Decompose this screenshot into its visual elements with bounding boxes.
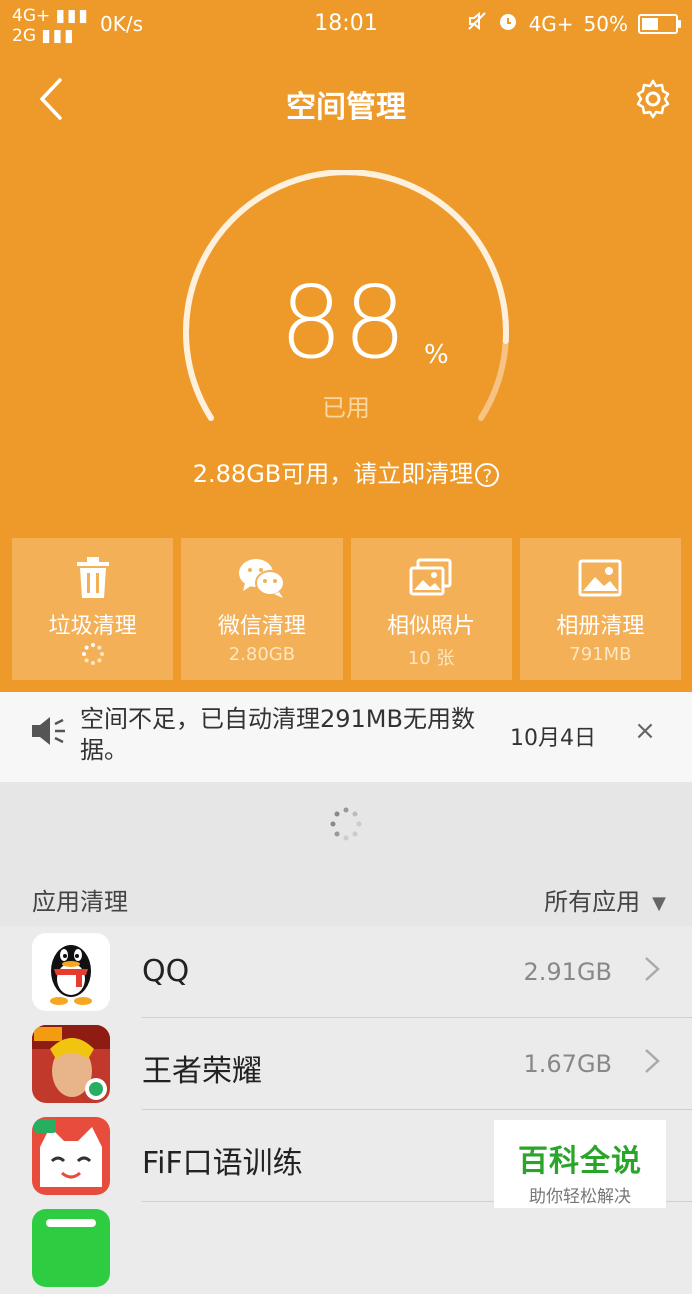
dropdown-arrow-icon: ▼ bbox=[652, 892, 666, 914]
qq-app-icon bbox=[32, 933, 110, 1011]
storage-header-panel: 4G+ ▮▮▮ 2G ▮▮▮ 0K/s 18:01 4G+ 50% 空间管理 8… bbox=[0, 0, 692, 692]
chevron-right-icon bbox=[642, 1046, 662, 1083]
app-name: 王者荣耀 bbox=[142, 1054, 262, 1089]
battery-fill bbox=[642, 17, 658, 30]
app-row-wangzhe[interactable]: 王者荣耀 1.67GB bbox=[0, 1018, 692, 1110]
network-type-right: 4G+ bbox=[528, 11, 574, 36]
tile-junk-cleanup[interactable]: 垃圾清理 bbox=[12, 538, 174, 680]
tile-label: 相册清理 bbox=[556, 614, 645, 639]
wechat-icon bbox=[181, 556, 342, 600]
percent-sign: % bbox=[424, 340, 449, 370]
gear-icon bbox=[636, 79, 670, 119]
tile-similar-photos[interactable]: 相似照片 10 张 bbox=[350, 538, 512, 680]
app-name: FiF口语训练 bbox=[142, 1146, 303, 1181]
settings-button[interactable] bbox=[632, 78, 674, 120]
battery-icon bbox=[638, 13, 681, 34]
section-title: 应用清理 bbox=[32, 888, 128, 916]
usage-value-wrap: 88 bbox=[268, 268, 428, 378]
used-label: 已用 bbox=[322, 394, 370, 422]
watermark-title: 百科全说 bbox=[518, 1144, 642, 1179]
app-size: 1.67GB bbox=[523, 1050, 613, 1078]
speaker-icon bbox=[30, 714, 68, 748]
page-title: 空间管理 bbox=[286, 90, 406, 125]
battery-percent: 50% bbox=[583, 11, 628, 36]
help-icon[interactable]: ? bbox=[475, 463, 500, 487]
filter-label: 所有应用 bbox=[544, 888, 641, 916]
cleanup-notice: 空间不足，已自动清理291MB无用数据。 10月4日 × bbox=[0, 692, 692, 782]
loading-spinner-icon bbox=[12, 642, 173, 665]
tile-wechat-cleanup[interactable]: 微信清理 2.80GB bbox=[181, 538, 343, 680]
watermark-subtitle: 助你轻松解决 bbox=[529, 1187, 631, 1207]
app-list: QQ 2.91GB 王者荣耀 1.67GB FiF口语训练 bbox=[0, 926, 692, 1294]
app-cleanup-header: 应用清理 所有应用 ▼ bbox=[0, 866, 692, 926]
app-filter-dropdown[interactable]: 所有应用 ▼ bbox=[544, 882, 666, 917]
app-row-qq[interactable]: QQ 2.91GB bbox=[0, 926, 692, 1018]
close-icon[interactable]: × bbox=[630, 716, 660, 746]
app-size: 2.91GB bbox=[523, 958, 613, 986]
notice-message: 空间不足，已自动清理291MB无用数据。 bbox=[80, 705, 475, 764]
tile-count: 10 张 bbox=[407, 648, 455, 669]
tile-label: 相似照片 bbox=[387, 614, 476, 639]
loading-spinner-icon bbox=[330, 806, 362, 842]
tile-album-cleanup[interactable]: 相册清理 791MB bbox=[519, 538, 681, 680]
mute-icon bbox=[467, 11, 487, 36]
app-icon bbox=[32, 1209, 110, 1287]
usage-percent-value: 88 bbox=[279, 264, 407, 381]
available-space-text: 2.88GB可用，请立即清理? bbox=[0, 454, 692, 489]
app-name: QQ bbox=[142, 954, 190, 989]
cleanup-tiles: 垃圾清理 微信清理 2.80GB 相似照片 10 张 相册清理 791MB bbox=[12, 538, 681, 680]
photos-icon bbox=[351, 556, 512, 600]
status-icons: 4G+ 50% bbox=[467, 10, 681, 37]
available-space-label: 2.88GB可用，请立即清理 bbox=[192, 460, 474, 488]
navigation-bar: 空间管理 bbox=[0, 60, 692, 140]
fif-app-icon bbox=[32, 1117, 110, 1195]
trash-icon bbox=[12, 556, 173, 600]
tile-label: 微信清理 bbox=[217, 614, 306, 639]
tile-label: 垃圾清理 bbox=[48, 614, 137, 639]
app-row-partial[interactable] bbox=[0, 1202, 692, 1294]
game-app-icon bbox=[32, 1025, 110, 1103]
alarm-icon bbox=[497, 10, 519, 37]
status-bar: 4G+ ▮▮▮ 2G ▮▮▮ 0K/s 18:01 4G+ 50% bbox=[0, 0, 692, 50]
notice-date: 10月4日 bbox=[510, 726, 596, 751]
image-icon bbox=[520, 556, 681, 600]
chevron-right-icon bbox=[642, 954, 662, 991]
tile-size: 791MB bbox=[569, 644, 632, 665]
tile-size: 2.80GB bbox=[228, 644, 296, 665]
watermark-logo: 百科全说 助你轻松解决 bbox=[494, 1120, 666, 1208]
